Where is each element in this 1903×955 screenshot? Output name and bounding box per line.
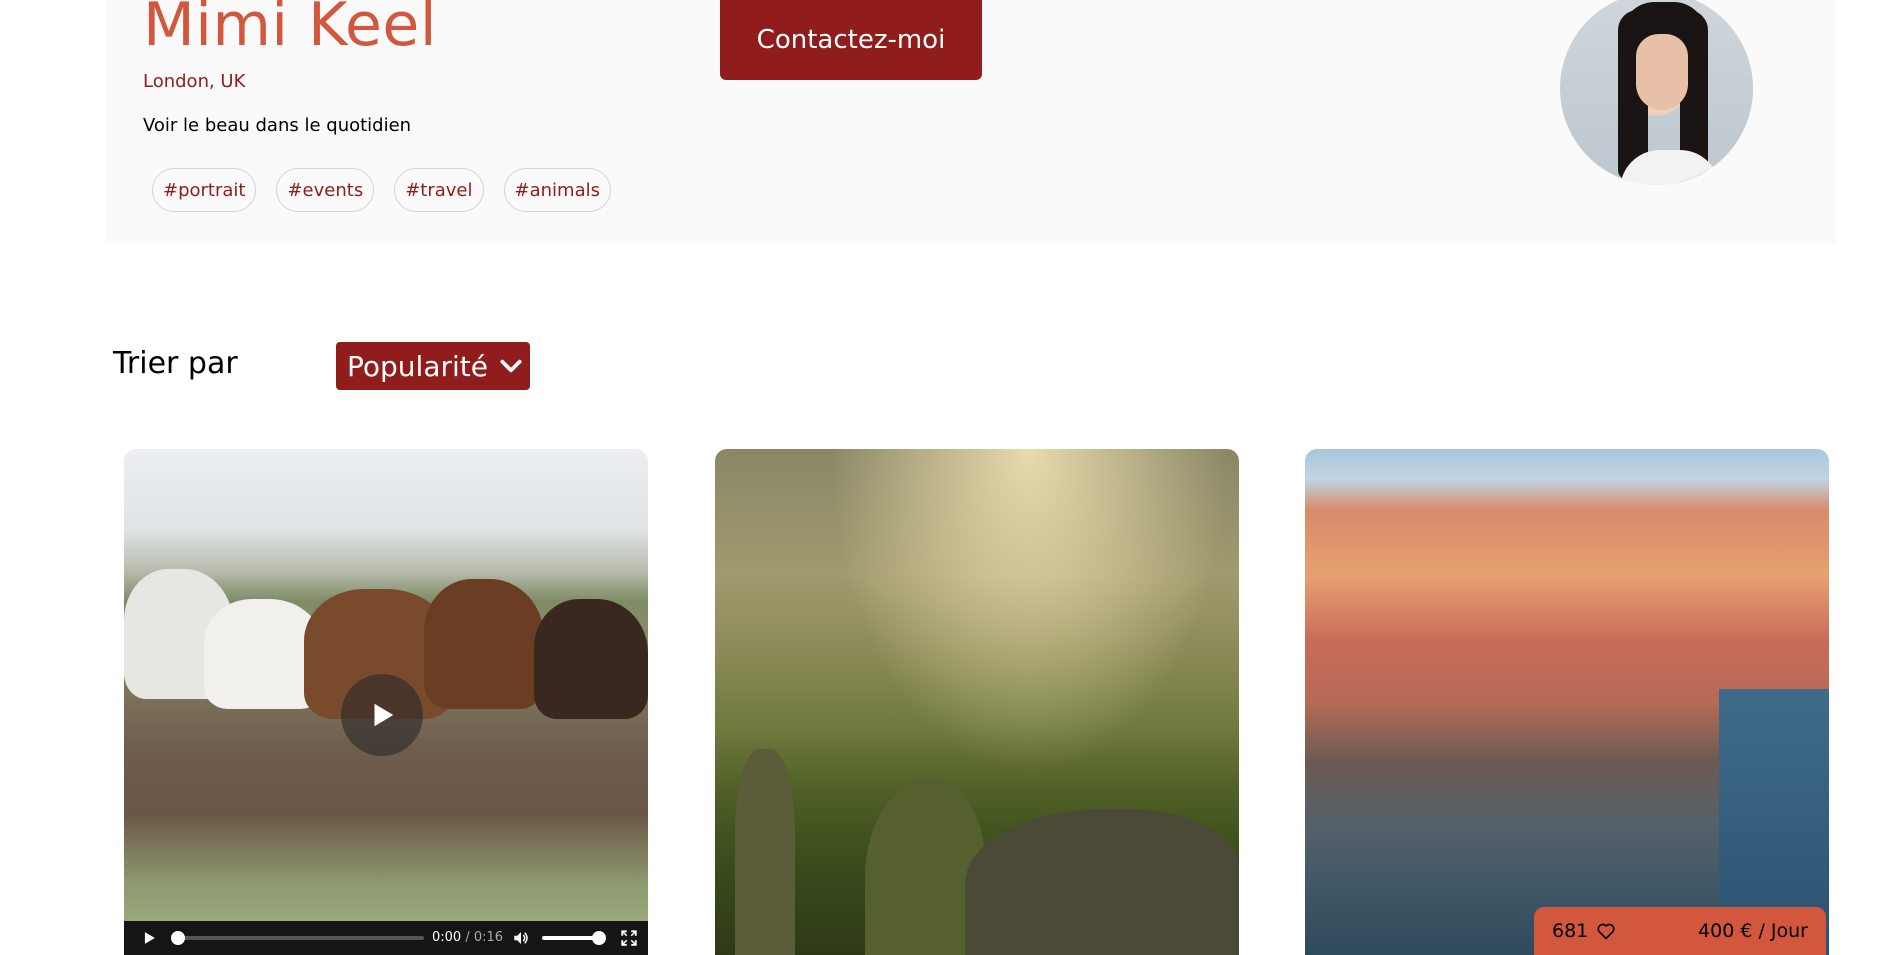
tag-travel[interactable]: #travel — [394, 168, 484, 212]
price-value: 400 € / Jour — [1698, 920, 1808, 942]
photographer-tagline: Voir le beau dans le quotidien — [143, 115, 412, 136]
play-icon[interactable] — [142, 931, 156, 945]
volume-icon[interactable] — [512, 929, 530, 947]
mountains-photo — [715, 449, 1239, 955]
heart-icon[interactable] — [1596, 921, 1616, 941]
tag-events[interactable]: #events — [276, 168, 375, 212]
video-progress-track[interactable] — [174, 936, 424, 940]
video-play-overlay[interactable] — [341, 674, 423, 756]
sort-selected-value: Popularité — [347, 349, 488, 383]
chevron-down-icon — [500, 359, 522, 373]
contact-button[interactable]: Contactez-moi — [720, 0, 982, 80]
cinque-terre-photo — [1305, 449, 1829, 955]
sort-label: Trier par — [113, 346, 238, 381]
volume-slider[interactable] — [542, 936, 598, 940]
volume-handle[interactable] — [592, 931, 606, 945]
media-card-video[interactable]: 0:00 / 0:16 — [124, 449, 648, 955]
photographer-location: London, UK — [143, 71, 246, 92]
price-tag: 681 400 € / Jour — [1534, 907, 1826, 955]
video-progress-handle[interactable] — [171, 931, 185, 945]
tag-list: #portrait #events #travel #animals — [152, 168, 611, 212]
tag-animals[interactable]: #animals — [503, 168, 611, 212]
play-icon — [374, 703, 394, 727]
video-time-separator: / — [465, 930, 470, 945]
media-card-cinque-terre[interactable]: 681 400 € / Jour — [1305, 449, 1829, 955]
likes-count[interactable]: 681 — [1552, 920, 1616, 942]
avatar — [1560, 0, 1753, 185]
media-card-mountains[interactable] — [715, 449, 1239, 955]
sort-select[interactable]: Popularité — [336, 342, 530, 390]
fullscreen-icon[interactable] — [620, 929, 638, 947]
photographer-name: Mimi Keel — [143, 0, 437, 60]
tag-portrait[interactable]: #portrait — [152, 168, 257, 212]
video-current-time: 0:00 — [432, 930, 462, 945]
video-duration: 0:16 — [473, 930, 504, 945]
video-controls: 0:00 / 0:16 — [124, 921, 648, 955]
video-time: 0:00 / 0:16 — [432, 930, 503, 945]
likes-value: 681 — [1552, 920, 1589, 942]
